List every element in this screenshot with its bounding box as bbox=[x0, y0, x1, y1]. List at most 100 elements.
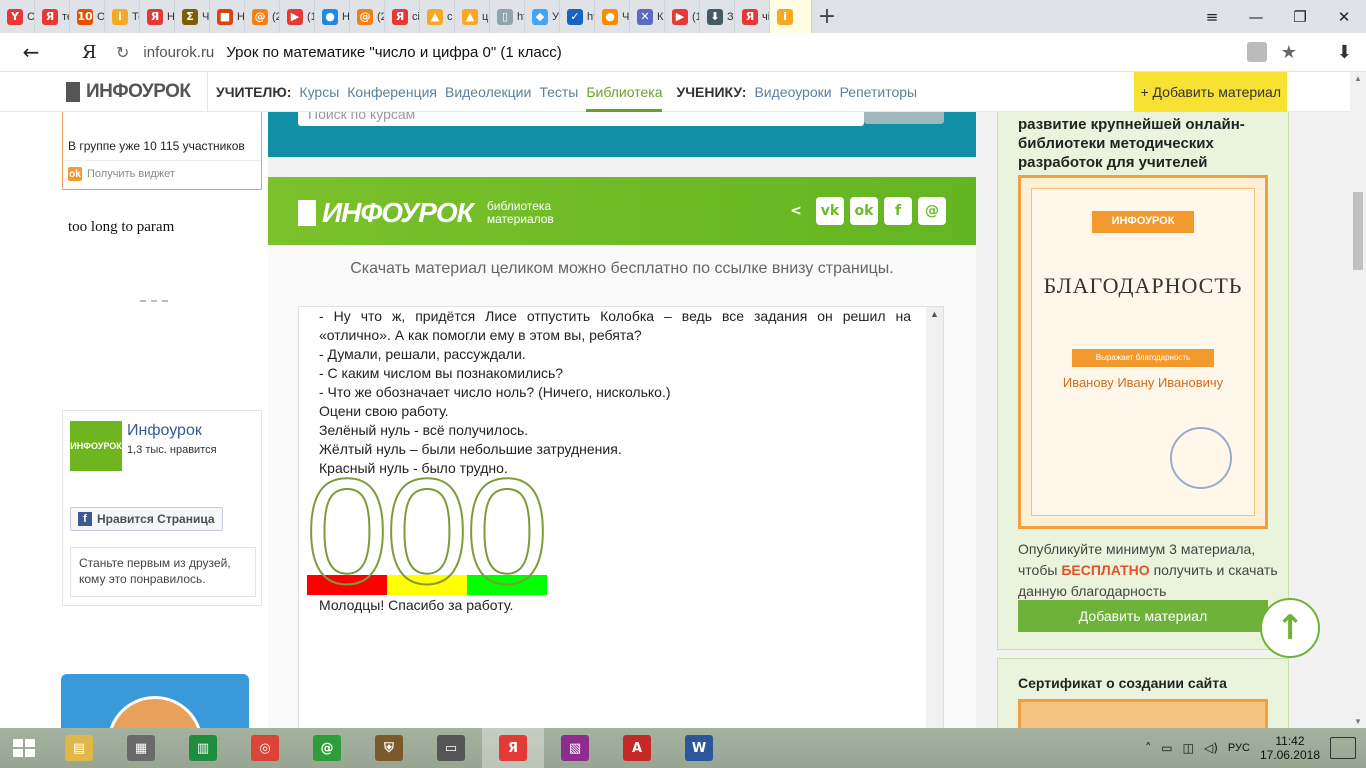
browser-tab[interactable]: ▲ с bbox=[420, 0, 455, 33]
social-share-icons: < vk ok f @ bbox=[782, 197, 946, 225]
course-search-input[interactable]: Поиск по курсам bbox=[298, 112, 864, 126]
browser-tab[interactable]: Ясі bbox=[385, 0, 420, 33]
volume-icon[interactable]: ◁) bbox=[1204, 741, 1218, 755]
browser-tab[interactable]: ✕ Кі bbox=[630, 0, 665, 33]
promo-add-material-button[interactable]: Добавить материал bbox=[1018, 600, 1268, 632]
start-button[interactable] bbox=[0, 728, 48, 768]
course-search-button[interactable] bbox=[864, 112, 944, 124]
promo-avatar[interactable] bbox=[61, 674, 249, 728]
browser-tab[interactable]: ЯН bbox=[140, 0, 175, 33]
browser-tab[interactable]: ⬇ За bbox=[700, 0, 735, 33]
document-text: - Ну что ж, придётся Лисе отпустить Коло… bbox=[319, 307, 911, 478]
windows-icon bbox=[13, 739, 35, 757]
clock[interactable]: 11:42 17.06.2018 bbox=[1260, 734, 1320, 762]
language-indicator[interactable]: РУС bbox=[1228, 742, 1250, 754]
nav-courses[interactable]: Курсы bbox=[299, 72, 339, 112]
browser-tab[interactable]: ▯ ht bbox=[490, 0, 525, 33]
scroll-to-top-icon[interactable]: ↑ bbox=[1260, 598, 1320, 658]
site-logo[interactable]: ИНФОУРОК bbox=[66, 71, 208, 112]
browser-tab[interactable]: ● Н bbox=[315, 0, 350, 33]
add-material-button[interactable]: + Добавить материал bbox=[1134, 71, 1287, 112]
odnoklassniki-share-icon[interactable]: ok bbox=[850, 197, 878, 225]
new-tab-button[interactable]: + bbox=[812, 4, 842, 29]
tab-favicon-icon: Σ bbox=[182, 8, 198, 25]
tab-label: Н bbox=[342, 10, 350, 23]
taskbar-app-yandex[interactable]: Я bbox=[482, 728, 544, 768]
page-scroll-thumb[interactable] bbox=[1353, 192, 1363, 270]
url-field[interactable]: ↻ infourok.ru Урок по математике "число … bbox=[116, 33, 1247, 72]
browser-tab[interactable]: ◆ У bbox=[525, 0, 560, 33]
tray-chevron-icon[interactable]: ˄ bbox=[1145, 741, 1151, 755]
taskbar-app-chrome[interactable]: ◎ bbox=[234, 728, 296, 768]
facebook-share-icon[interactable]: f bbox=[884, 197, 912, 225]
nav-videolessons[interactable]: Видеоуроки bbox=[754, 72, 831, 112]
certificate-image[interactable]: ИНФОУРОК БЛАГОДАРНОСТЬ Выражает благодар… bbox=[1018, 175, 1268, 529]
browser-tab[interactable]: @ (2 bbox=[245, 0, 280, 33]
browser-tab[interactable]: @ (2 bbox=[350, 0, 385, 33]
taskbar-app-word[interactable]: W bbox=[668, 728, 730, 768]
fb-page-avatar[interactable]: ИНФОУРОК bbox=[70, 421, 122, 471]
taskbar-app-winrar[interactable]: ▧ bbox=[544, 728, 606, 768]
fb-page-name[interactable]: Инфоурок bbox=[127, 422, 202, 440]
tab-label: За bbox=[727, 10, 734, 23]
yandex-logo[interactable]: Я bbox=[62, 42, 116, 63]
reload-icon[interactable]: ↻ bbox=[116, 43, 129, 62]
browser-tab[interactable]: ▲ ці bbox=[455, 0, 490, 33]
tab-favicon-icon: ◆ bbox=[532, 8, 548, 25]
browser-tab[interactable]: i bbox=[770, 0, 812, 33]
scroll-up-icon[interactable]: ▲ bbox=[926, 307, 943, 319]
browser-tab[interactable]: Y Сі bbox=[0, 0, 35, 33]
notifications-icon[interactable] bbox=[1330, 737, 1356, 759]
nav-videolectures[interactable]: Видеолекции bbox=[445, 72, 531, 112]
bookmark-star-icon[interactable]: ★ bbox=[1281, 42, 1297, 63]
browser-tab[interactable]: 10 О bbox=[70, 0, 105, 33]
document-viewer-wrap: - Ну что ж, придётся Лисе отпустить Коло… bbox=[268, 290, 976, 728]
browser-tab[interactable]: ▶ (1 bbox=[280, 0, 315, 33]
fb-likes-count: 1,3 тыс. нравится bbox=[127, 444, 217, 456]
downloads-icon[interactable]: ⬇ bbox=[1337, 42, 1352, 63]
document-scrollbar[interactable]: ▲ bbox=[926, 307, 943, 728]
mail-share-icon[interactable]: @ bbox=[918, 197, 946, 225]
page-scroll-down-icon[interactable]: ▼ bbox=[1350, 717, 1366, 726]
fb-like-page-button[interactable]: f Нравится Страница bbox=[70, 507, 223, 531]
page-scrollbar[interactable]: ▲ ▼ bbox=[1350, 72, 1366, 728]
taskbar-app-shield[interactable]: ⛨ bbox=[358, 728, 420, 768]
document-viewer[interactable]: - Ну что ж, придётся Лисе отпустить Коло… bbox=[298, 306, 944, 728]
taskbar-app-explorer[interactable]: ▤ bbox=[48, 728, 110, 768]
menu-icon[interactable]: ≡ bbox=[1190, 0, 1234, 33]
minimize-icon[interactable]: — bbox=[1234, 0, 1278, 33]
taskbar-app-mail[interactable]: @ bbox=[296, 728, 358, 768]
share-icon[interactable]: < bbox=[782, 197, 810, 225]
network-icon[interactable]: ◫ bbox=[1183, 741, 1194, 755]
nav-library[interactable]: Библиотека bbox=[586, 72, 663, 112]
page-scroll-up-icon[interactable]: ▲ bbox=[1350, 74, 1366, 83]
teacher-label: УЧИТЕЛЮ: bbox=[216, 83, 292, 100]
restore-icon[interactable]: ❐ bbox=[1278, 0, 1322, 33]
tab-label: с bbox=[447, 10, 453, 23]
banner-logo[interactable]: ИНФОУРОК библиотека материалов bbox=[298, 197, 554, 229]
browser-tab[interactable]: Ячі bbox=[735, 0, 770, 33]
taskbar-app-mosaic[interactable]: ▦ bbox=[110, 728, 172, 768]
browser-tab[interactable]: ✓ ht bbox=[560, 0, 595, 33]
nav-tutors[interactable]: Репетиторы bbox=[840, 72, 918, 112]
taskbar-app-excel[interactable]: ▥ bbox=[172, 728, 234, 768]
browser-tab[interactable]: ● Ч bbox=[595, 0, 630, 33]
browser-tab[interactable]: Яте bbox=[35, 0, 70, 33]
nav-conference[interactable]: Конференция bbox=[347, 72, 437, 112]
close-icon[interactable]: ✕ bbox=[1322, 0, 1366, 33]
battery-icon[interactable]: ▭ bbox=[1161, 741, 1172, 755]
browser-tab[interactable]: ▶ (1 bbox=[665, 0, 700, 33]
lock-icon[interactable] bbox=[1246, 42, 1267, 62]
taskbar-app-pdf[interactable]: A bbox=[606, 728, 668, 768]
nav-tests[interactable]: Тесты bbox=[539, 72, 578, 112]
page-content: В группе уже 10 115 участников ok Получи… bbox=[0, 112, 1350, 728]
taskbar-app-scanner[interactable]: ▭ bbox=[420, 728, 482, 768]
back-button[interactable]: ← bbox=[0, 40, 62, 64]
vk-icon[interactable]: vk bbox=[816, 197, 844, 225]
browser-tab[interactable]: Σ Чі bbox=[175, 0, 210, 33]
ok-get-widget-link[interactable]: ok Получить виджет bbox=[63, 160, 261, 181]
browser-tab[interactable]: i Те bbox=[105, 0, 140, 33]
browser-tab[interactable]: ■ Н bbox=[210, 0, 245, 33]
chrome-icon: ◎ bbox=[251, 735, 279, 761]
site-certificate-image[interactable] bbox=[1018, 699, 1268, 728]
